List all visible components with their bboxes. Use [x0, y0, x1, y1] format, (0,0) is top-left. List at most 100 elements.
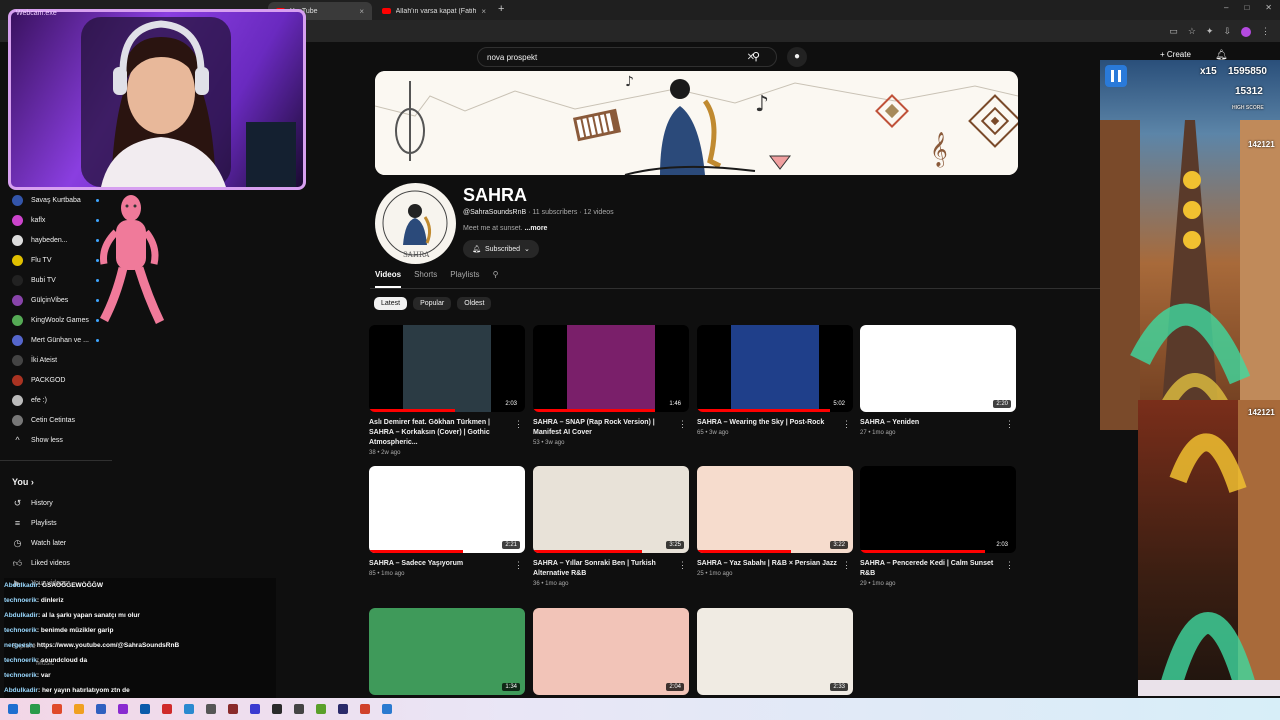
video-thumbnail[interactable]: 2:33 — [697, 608, 853, 695]
video-thumbnail[interactable]: 2:20 — [860, 325, 1016, 412]
video-title[interactable]: SAHRA – Pencerede Kedi | Calm Sunset R&B — [860, 559, 1016, 579]
video-thumbnail[interactable]: 1:34 — [369, 608, 525, 695]
video-thumbnail[interactable]: 2:04 — [533, 608, 689, 695]
video-card[interactable]: 2:03 Aslı Demirer feat. Gökhan Türkmen | … — [369, 325, 525, 456]
extensions-icon[interactable]: ✦ — [1206, 26, 1214, 37]
chip-popular[interactable]: Popular — [413, 297, 452, 310]
video-thumbnail[interactable]: 3:25 — [533, 466, 689, 553]
video-menu-icon[interactable]: ⋮ — [514, 419, 523, 430]
search-input[interactable]: nova prospekt ✕ — [477, 47, 777, 67]
taskbar-app-icon[interactable] — [162, 704, 172, 714]
video-title[interactable]: SAHRA – SNAP (Rap Rock Version) | Manife… — [533, 418, 689, 438]
video-menu-icon[interactable]: ⋮ — [1005, 560, 1014, 571]
video-card[interactable]: 2:33 — [697, 608, 853, 695]
show-less-button[interactable]: ^ Show less — [0, 430, 115, 450]
video-thumbnail[interactable]: 2:03 — [369, 325, 525, 412]
video-card[interactable]: 5:02 SAHRA – Wearing the Sky | Post-Rock 6… — [697, 325, 853, 436]
video-title[interactable]: SAHRA – Sadece Yaşıyorum — [369, 559, 525, 569]
sidebar-item-watch-later[interactable]: ◷ Watch later — [0, 533, 115, 553]
video-menu-icon[interactable]: ⋮ — [678, 419, 687, 430]
more-link[interactable]: ...more — [524, 225, 547, 232]
sidebar-subscription[interactable]: PACKGOD — [0, 370, 115, 390]
taskbar-app-icon[interactable] — [360, 704, 370, 714]
close-window-icon[interactable]: ✕ — [1265, 3, 1272, 12]
minimize-icon[interactable]: – — [1224, 3, 1228, 12]
video-card[interactable]: 1:34 — [369, 608, 525, 695]
taskbar-app-icon[interactable] — [294, 704, 304, 714]
profile-avatar[interactable] — [1241, 26, 1251, 37]
close-tab-icon[interactable]: × — [359, 7, 364, 16]
bookmark-star-icon[interactable]: ☆ — [1188, 26, 1196, 37]
close-tab-icon[interactable]: × — [481, 7, 486, 16]
maximize-icon[interactable]: □ — [1244, 3, 1249, 12]
sidebar-item-playlists[interactable]: ≡ Playlists — [0, 513, 115, 533]
subscribed-button[interactable]: 🔔︎ Subscribed ⌄ — [463, 240, 539, 258]
video-card[interactable]: 2:03 SAHRA – Pencerede Kedi | Calm Sunset… — [860, 466, 1016, 587]
video-card[interactable]: 2:21 SAHRA – Sadece Yaşıyorum 85 • 1mo ago… — [369, 466, 525, 577]
video-thumbnail[interactable]: 2:03 — [860, 466, 1016, 553]
video-title[interactable]: SAHRA – Yaz Sabahı | R&B × Persian Jazz — [697, 559, 853, 569]
video-thumbnail[interactable]: 1:46 — [533, 325, 689, 412]
new-tab-button[interactable]: + — [498, 3, 504, 15]
video-menu-icon[interactable]: ⋮ — [842, 419, 851, 430]
chat-username: Abdulkadir — [4, 582, 38, 589]
video-thumbnail[interactable]: 2:21 — [369, 466, 525, 553]
taskbar-app-icon[interactable] — [52, 704, 62, 714]
cast-icon[interactable]: ▭ — [1169, 26, 1178, 37]
thumbnail-art — [860, 325, 1016, 412]
taskbar-app-icon[interactable] — [272, 704, 282, 714]
taskbar-app-icon[interactable] — [250, 704, 260, 714]
video-thumbnail[interactable]: 5:02 — [697, 325, 853, 412]
taskbar-app-icon[interactable] — [338, 704, 348, 714]
sidebar-subscription[interactable]: Cetin Cetintas — [0, 410, 115, 430]
channel-description[interactable]: Meet me at sunset. ...more — [463, 225, 547, 232]
create-button[interactable]: + Create — [1160, 50, 1191, 59]
taskbar-app-icon[interactable] — [316, 704, 326, 714]
video-card[interactable]: 1:46 SAHRA – SNAP (Rap Rock Version) | Ma… — [533, 325, 689, 446]
tab-second[interactable]: Allah'ın varsa kapat (Fatih abi...) × — [374, 2, 494, 20]
taskbar-app-icon[interactable] — [228, 704, 238, 714]
chip-oldest[interactable]: Oldest — [457, 297, 492, 310]
taskbar-app-icon[interactable] — [184, 704, 194, 714]
thumbs-up-icon: 👍︎ — [12, 557, 23, 568]
tab-videos[interactable]: Videos — [375, 270, 402, 288]
taskbar-app-icon[interactable] — [118, 704, 128, 714]
taskbar-app-icon[interactable] — [96, 704, 106, 714]
channel-avatar[interactable]: SAHRA — [375, 183, 456, 264]
sidebar-item-history[interactable]: ↺ History — [0, 493, 115, 513]
tab-playlists[interactable]: Playlists — [450, 270, 479, 288]
sidebar-you-header[interactable]: You › — [0, 471, 115, 493]
downloads-icon[interactable]: ⇩ — [1223, 26, 1231, 37]
taskbar-app-icon[interactable] — [206, 704, 216, 714]
taskbar-app-icon[interactable] — [140, 704, 150, 714]
avatar — [12, 234, 23, 246]
video-title[interactable]: Aslı Demirer feat. Gökhan Türkmen | SAHR… — [369, 418, 525, 448]
video-card[interactable]: 2:20 SAHRA – Yeniden 27 • 1mo ago ⋮ — [860, 325, 1016, 436]
sidebar-item-liked-videos[interactable]: 👍︎ Liked videos — [0, 553, 115, 573]
sidebar-subscription[interactable]: Mert Günhan ve ... — [0, 330, 115, 350]
video-title[interactable]: SAHRA – Yıllar Sonraki Ben | Turkish Alt… — [533, 559, 689, 579]
sidebar-subscription[interactable]: İki Ateist — [0, 350, 115, 370]
video-menu-icon[interactable]: ⋮ — [678, 560, 687, 571]
video-card[interactable]: 3:25 SAHRA – Yıllar Sonraki Ben | Turkish… — [533, 466, 689, 587]
video-menu-icon[interactable]: ⋮ — [842, 560, 851, 571]
video-title[interactable]: SAHRA – Wearing the Sky | Post-Rock — [697, 418, 853, 428]
taskbar-app-icon[interactable] — [8, 704, 18, 714]
channel-search-icon[interactable]: ⚲ — [493, 270, 499, 288]
menu-icon[interactable]: ⋮ — [1261, 26, 1270, 37]
search-icon[interactable]: ⚲ — [752, 50, 760, 63]
tab-shorts[interactable]: Shorts — [414, 270, 437, 288]
chat-message: Abdulkadir: her yayın hatırlatıyom ztn d… — [4, 683, 276, 698]
sidebar-subscription[interactable]: efe :) — [0, 390, 115, 410]
chip-latest[interactable]: Latest — [374, 297, 408, 310]
taskbar-app-icon[interactable] — [74, 704, 84, 714]
video-title[interactable]: SAHRA – Yeniden — [860, 418, 1016, 428]
video-menu-icon[interactable]: ⋮ — [514, 560, 523, 571]
video-card[interactable]: 2:04 — [533, 608, 689, 695]
video-menu-icon[interactable]: ⋮ — [1005, 419, 1014, 430]
microphone-icon[interactable]: ● — [787, 47, 807, 67]
taskbar-app-icon[interactable] — [30, 704, 40, 714]
taskbar-app-icon[interactable] — [382, 704, 392, 714]
video-card[interactable]: 3:22 SAHRA – Yaz Sabahı | R&B × Persian J… — [697, 466, 853, 577]
video-thumbnail[interactable]: 3:22 — [697, 466, 853, 553]
